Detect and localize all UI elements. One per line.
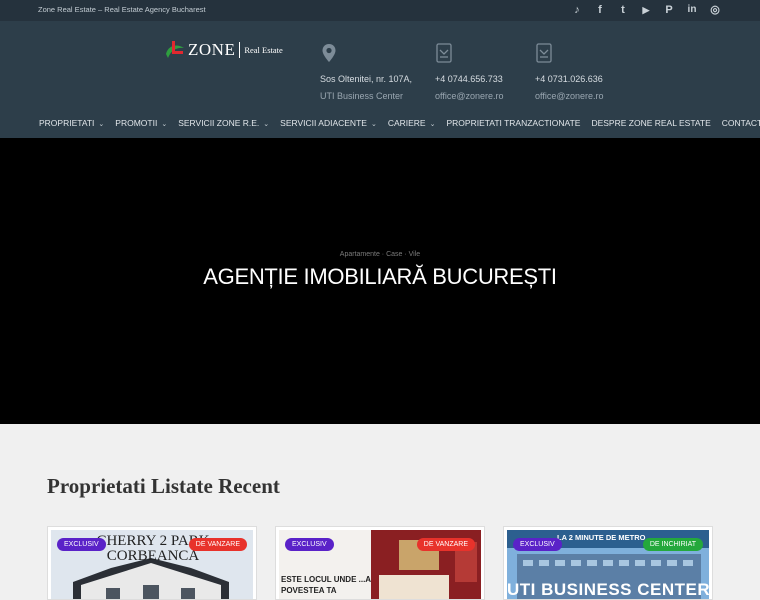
contact-block-1: +4 0744.656.733 office@zonere.ro [435,43,504,101]
hero-title: AGENȚIE IMOBILIARĂ BUCUREȘTI [203,264,557,289]
address-line2: UTI Business Center [320,91,404,101]
chevron-down-icon: ⌄ [429,121,436,128]
main-nav: PROPRIETATI ⌄ PROMOTII ⌄ SERVICII ZONE R.E… [0,113,760,133]
facebook-icon[interactable]: f [593,3,607,17]
nav-item-proprietati-tranzactionate[interactable]: PROPRIETATI TRANZACTIONATE [446,113,580,133]
hero-subtitle: Apartamente · Case · Vile [339,251,421,258]
listing-image-caption: ESTE LOCUL UNDE ...A POVESTEA TA [281,575,371,595]
phone-icon [536,43,552,63]
instagram-icon[interactable]: ◎ [708,3,722,17]
logo[interactable]: ZONE Real Estate [162,38,283,62]
top-bar: Zone Real Estate – Real Estate Agency Bu… [0,0,760,21]
youtube-icon[interactable]: ▶ [639,3,653,17]
linkedin-icon[interactable]: in [685,3,699,17]
pinterest-icon[interactable]: P [662,3,676,17]
status-badge: DE VANZARE [416,538,475,551]
chevron-down-icon: ⌄ [263,121,270,128]
site-header: ZONE Real Estate Sos Oltenitei, nr. 107A… [0,21,760,138]
listing-image-banner: LA 2 MINUTE DE METRO [557,533,646,542]
listing-card[interactable]: LA 2 MINUTE DE METRO UTI BUSINESS CENTER… [503,526,713,600]
status-badge: DE INCHIRIAT [642,538,703,551]
exclusive-badge: EXCLUSIV [285,538,334,551]
listing-image-caption: UTI BUSINESS CENTER [507,580,709,599]
section-title: Proprietati Listate Recent [47,474,280,498]
hero-banner: Apartamente · Case · Vile AGENȚIE IMOBIL… [0,138,760,424]
phone-icon [436,43,452,63]
logo-mark-icon [166,41,184,58]
nav-item-despre[interactable]: DESPRE ZONE REAL ESTATE [591,113,710,133]
nav-item-contact[interactable]: CONTACT [722,113,760,133]
chevron-down-icon: ⌄ [161,121,168,128]
nav-item-promotii[interactable]: PROMOTII ⌄ [115,113,167,133]
logo-subtext: Real Estate [244,45,283,55]
contact-phone-1[interactable]: +4 0744.656.733 [435,74,504,84]
listing-card[interactable]: CHERRY 2 PARK CORBEANCA EXCLUSIV DE VANZ… [47,526,257,600]
contact-block-2: +4 0731.026.636 office@zonere.ro [535,43,604,101]
contact-email-1[interactable]: office@zonere.ro [435,91,504,101]
map-pin-icon [322,44,336,62]
nav-item-servicii-adiacente[interactable]: SERVICII ADIACENTE ⌄ [280,113,377,133]
tiktok-icon[interactable]: ♪ [570,3,584,17]
contact-phone-2[interactable]: +4 0731.026.636 [535,74,604,84]
nav-item-servicii-zone[interactable]: SERVICII ZONE R.E. ⌄ [178,113,269,133]
address-line1: Sos Oltenitei, nr. 107A, [320,74,413,84]
social-links: ♪ f t ▶ P in ◎ [570,3,722,17]
logo-text: ZONE [188,40,236,59]
twitter-icon[interactable]: t [616,3,630,17]
nav-item-proprietati[interactable]: PROPRIETATI ⌄ [39,113,104,133]
logo-divider [239,42,241,58]
exclusive-badge: EXCLUSIV [513,538,562,551]
chevron-down-icon: ⌄ [98,121,105,128]
exclusive-badge: EXCLUSIV [57,538,106,551]
listing-card[interactable]: ESTE LOCUL UNDE ...A POVESTEA TA EXCLUSI… [275,526,485,600]
status-badge: DE VANZARE [188,538,247,551]
nav-item-cariere[interactable]: CARIERE ⌄ [388,113,436,133]
site-tagline: Zone Real Estate – Real Estate Agency Bu… [38,5,206,14]
address-block: Sos Oltenitei, nr. 107A, UTI Business Ce… [320,43,412,101]
chevron-down-icon: ⌄ [370,121,377,128]
contact-email-2[interactable]: office@zonere.ro [535,91,604,101]
